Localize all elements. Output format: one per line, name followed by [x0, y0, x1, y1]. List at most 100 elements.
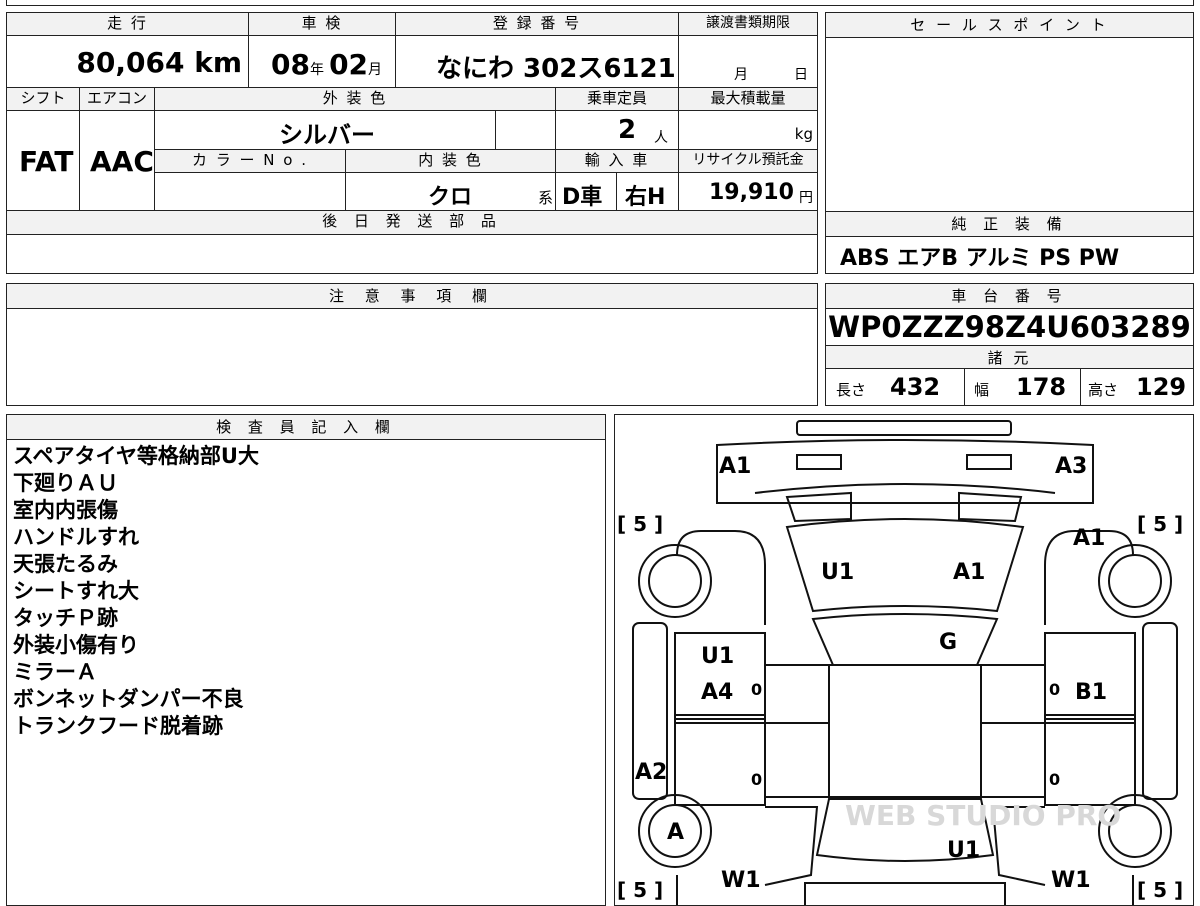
mileage-value: 80,064 km	[76, 46, 242, 79]
remark-item: ミラーＡ	[13, 660, 97, 684]
damage-mark: A4	[701, 680, 733, 705]
recycle-fee-value: 19,910	[709, 180, 794, 205]
damage-mark: W1	[721, 868, 761, 893]
equipment-label: 純 正 装 備	[826, 212, 1193, 237]
tire-depth-front-left: [ 5 ]	[617, 512, 663, 536]
shift-cell: FAT	[6, 110, 80, 211]
transfer-deadline-cell: 月 日	[678, 35, 818, 88]
interior-color-suffix: 系	[537, 189, 553, 207]
recycle-fee-unit: 円	[799, 190, 813, 206]
notes-label: 注 意 事 項 欄	[7, 284, 817, 309]
max-load-unit: kg	[794, 125, 813, 143]
vehicle-info-table: 走 行 車 検 登 録 番 号 譲渡書類期限 80,064 km 08年 02月…	[6, 12, 818, 274]
color-no-label: カ ラ ー N o .	[154, 149, 346, 173]
aircon-cell: AAC	[79, 110, 155, 211]
damage-mark: U1	[947, 838, 980, 863]
watermark: WEB STUDIO PRO	[845, 799, 1121, 832]
later-parts-label: 後 日 発 送 部 品	[6, 210, 818, 235]
transfer-day: 日	[794, 67, 808, 83]
remark-item: 天張たるみ	[13, 552, 118, 576]
import-label: 輸 入 車	[555, 149, 679, 173]
remark-item: 外装小傷有り	[13, 633, 139, 657]
mileage-cell: 80,064 km	[6, 35, 249, 88]
steering-cell: 右H	[616, 172, 679, 211]
damage-mark: A1	[953, 560, 985, 585]
chassis-box: 車 台 番 号 WP0ZZZ98Z4U603289 諸 元 長さ 432 幅 1…	[825, 283, 1194, 406]
chassis-number: WP0ZZZ98Z4U603289	[828, 310, 1191, 344]
remark-item: スペアタイヤ等格納部U大	[13, 444, 259, 468]
aircon-value: AAC	[90, 145, 154, 178]
damage-mark: G	[939, 630, 957, 655]
transfer-month: 月	[734, 67, 748, 83]
remark-item: ボンネットダンパー不良	[13, 687, 244, 711]
tire-depth-front-right: [ 5 ]	[1137, 512, 1183, 536]
damage-mark: U1	[821, 560, 854, 585]
damage-mark: A1	[1073, 526, 1105, 551]
tire-depth-rear-right: [ 5 ]	[1137, 878, 1183, 902]
capacity-unit: 人	[654, 130, 668, 146]
inspection-year: 08	[271, 48, 310, 81]
month-unit: 月	[368, 62, 383, 78]
damage-mark: A	[667, 820, 684, 845]
damage-mark: A2	[635, 760, 667, 785]
remarks-list: スペアタイヤ等格納部U大 下廻りＡＵ 室内内張傷 ハンドルすれ 天張たるみ シー…	[13, 443, 259, 740]
damage-mark: W1	[1051, 868, 1091, 893]
max-load-cell: kg	[678, 110, 818, 150]
sales-point-box: セ ー ル ス ポ イ ン ト	[825, 12, 1194, 212]
interior-color-value: クロ	[428, 185, 473, 210]
color-no-cell	[154, 172, 346, 211]
equipment-value: ABS エアB アルミ PS PW	[840, 246, 1120, 271]
registration-label: 登 録 番 号	[395, 12, 679, 36]
remark-item: 下廻りＡＵ	[13, 471, 118, 495]
specs-label: 諸 元	[826, 345, 1193, 369]
year-unit: 年	[309, 62, 324, 78]
inspection-label: 車 検	[248, 12, 396, 36]
interior-color-cell: クロ 系	[345, 172, 556, 211]
sales-point-label: セ ー ル ス ポ イ ン ト	[826, 13, 1193, 38]
width-label: 幅	[974, 381, 990, 399]
registration-cell: なにわ 302ス6121	[395, 35, 679, 88]
zero-mark: 0	[751, 680, 762, 699]
exterior-color-value: シルバー	[279, 121, 375, 149]
shift-value: FAT	[19, 145, 74, 178]
exterior-color-code-cell	[495, 110, 556, 150]
inspector-box: 検 査 員 記 入 欄 スペアタイヤ等格納部U大 下廻りＡＵ 室内内張傷 ハンド…	[6, 414, 606, 906]
recycle-fee-cell: 19,910 円	[678, 172, 818, 211]
import-type-cell: D車	[555, 172, 617, 211]
remark-item: タッチＰ跡	[13, 606, 118, 630]
damage-mark: A3	[1055, 454, 1087, 479]
transfer-deadline-label: 譲渡書類期限	[678, 12, 818, 36]
later-parts-cell	[6, 234, 818, 274]
car-diagram: A1 A3 A1 U1 A1 G U1 A4 B1 A2 A U1 W1 W1 …	[617, 420, 1183, 905]
capacity-value: 2	[618, 115, 637, 145]
damage-mark: U1	[701, 644, 734, 669]
mileage-label: 走 行	[6, 12, 249, 36]
width-value: 178	[1016, 373, 1067, 401]
notes-box: 注 意 事 項 欄	[6, 283, 818, 406]
zero-mark: 0	[751, 770, 762, 789]
damage-mark: B1	[1075, 680, 1107, 705]
registration-value: なにわ 302ス6121	[436, 54, 676, 84]
exterior-color-cell: シルバー	[154, 110, 496, 150]
remark-item: トランクフード脱着跡	[13, 714, 223, 738]
zero-mark: 0	[1049, 680, 1060, 699]
remark-item: シートすれ大	[13, 579, 139, 603]
remark-item: ハンドルすれ	[13, 525, 139, 549]
zero-mark: 0	[1049, 770, 1060, 789]
equipment-box: 純 正 装 備 ABS エアB アルミ PS PW	[825, 211, 1194, 274]
inspection-month: 02	[329, 48, 369, 81]
car-diagram-box: A1 A3 A1 U1 A1 G U1 A4 B1 A2 A U1 W1 W1 …	[614, 414, 1194, 906]
capacity-label: 乗車定員	[555, 87, 679, 111]
inspection-cell: 08年 02月	[248, 35, 396, 88]
tire-depth-rear-left: [ 5 ]	[617, 878, 663, 902]
length-value: 432	[890, 373, 941, 401]
shift-label: シフト	[6, 87, 80, 111]
aircon-label: エアコン	[79, 87, 155, 111]
height-value: 129	[1136, 373, 1187, 401]
specs-row: 長さ 432 幅 178 高さ 129	[826, 369, 1193, 406]
recycle-fee-label: リサイクル預託金	[678, 149, 818, 173]
chassis-label: 車 台 番 号	[826, 284, 1193, 309]
damage-mark: A1	[719, 454, 751, 479]
max-load-label: 最大積載量	[678, 87, 818, 111]
height-label: 高さ	[1088, 381, 1119, 399]
